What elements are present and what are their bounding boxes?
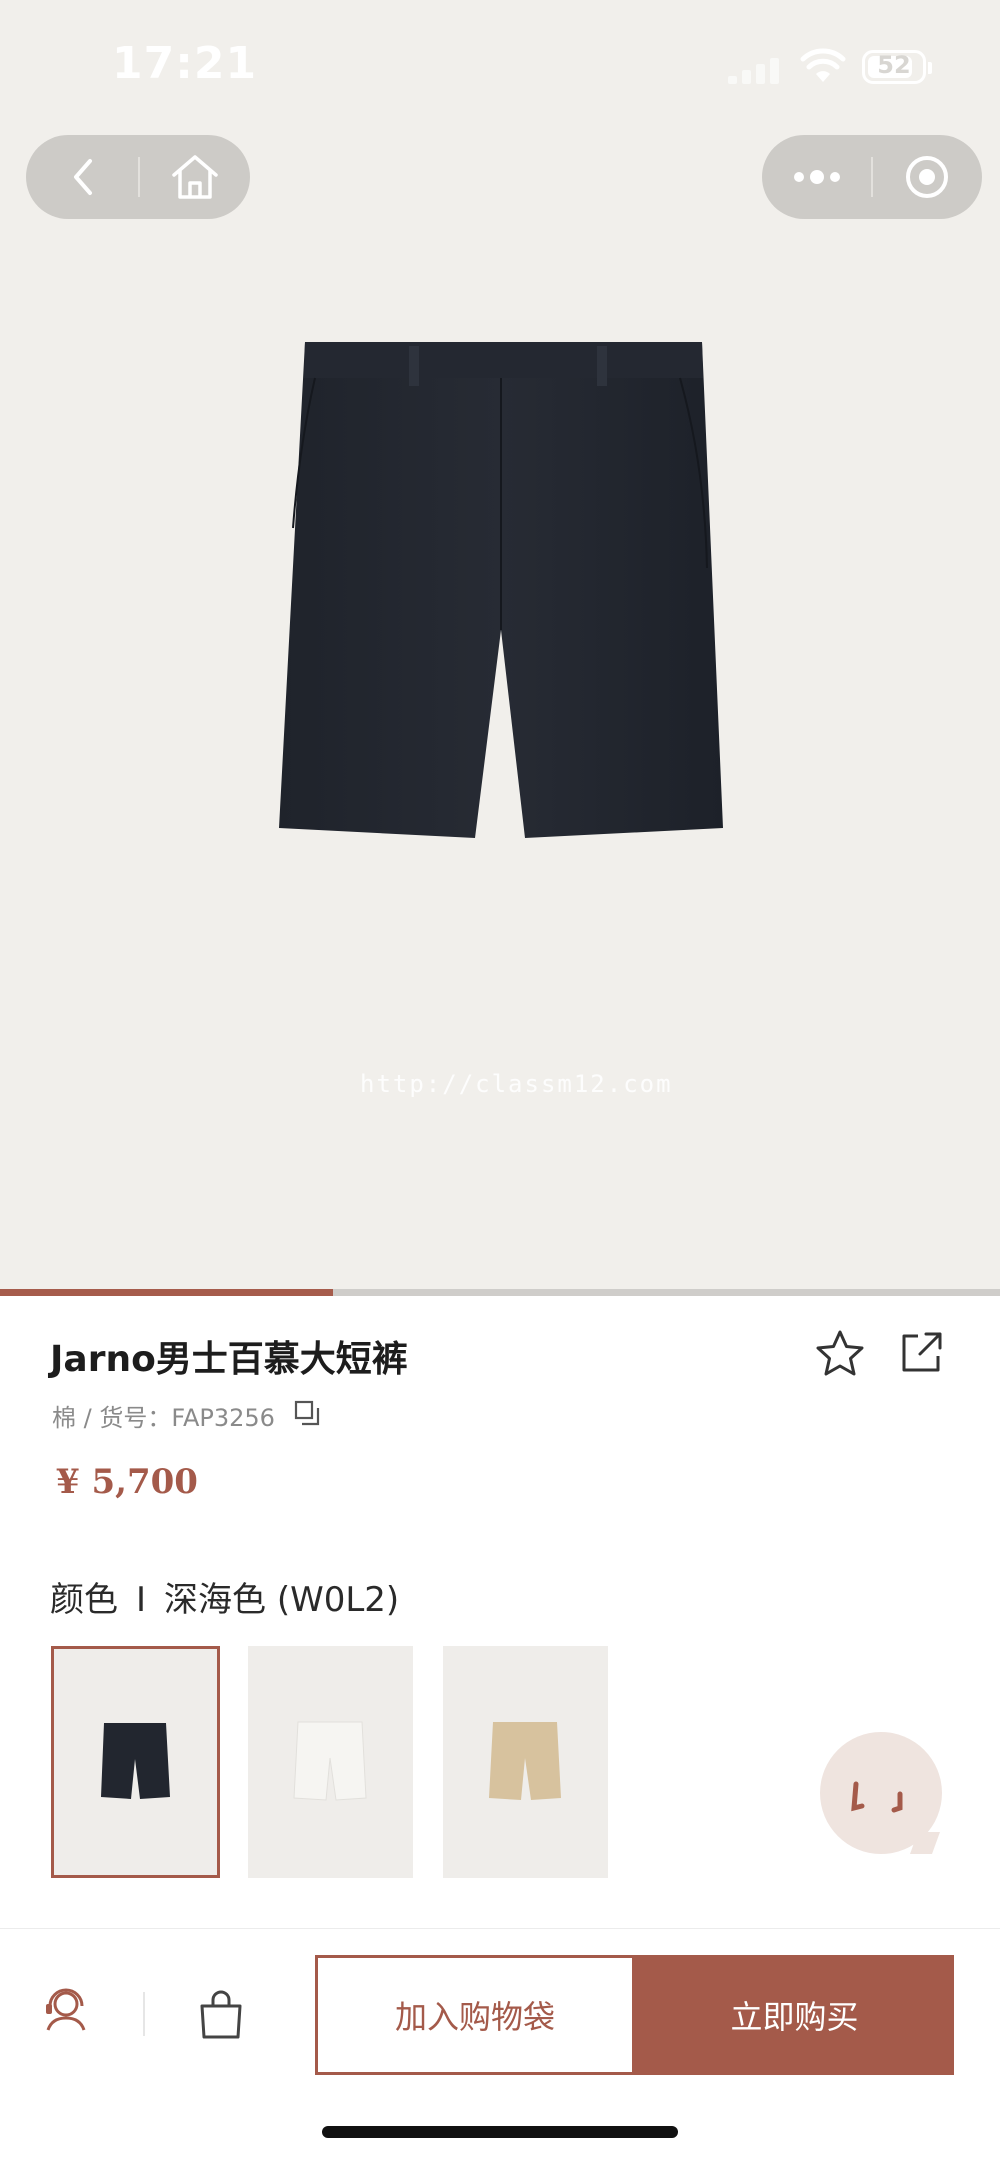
customer-chat-button[interactable] xyxy=(820,1732,942,1854)
home-icon xyxy=(172,155,218,199)
add-to-bag-button[interactable]: 加入购物袋 xyxy=(315,1955,635,2075)
product-main-image xyxy=(279,342,723,838)
shorts-thumbnail xyxy=(101,1723,170,1799)
home-button[interactable] xyxy=(140,135,250,219)
buy-now-button[interactable]: 立即购买 xyxy=(635,1955,954,2075)
nav-capsule-left xyxy=(26,135,250,219)
shorts-thumbnail xyxy=(293,1721,367,1801)
copy-icon[interactable] xyxy=(294,1400,320,1426)
more-button[interactable] xyxy=(762,135,872,219)
gallery-progress-fill xyxy=(0,1289,333,1296)
color-label-separator: I xyxy=(136,1580,147,1620)
product-image-gallery[interactable]: 17:21 52 http://classm12.com xyxy=(0,0,1000,1290)
icon-divider xyxy=(143,1992,145,2036)
status-bar: 17:21 52 xyxy=(0,0,1000,130)
favorite-star-icon[interactable] xyxy=(814,1328,866,1380)
swatch-image xyxy=(489,1722,561,1800)
status-time: 17:21 xyxy=(112,38,258,89)
mini-program-close-icon xyxy=(906,156,948,198)
product-price: ¥ 5,700 xyxy=(56,1462,198,1502)
shorts-thumbnail xyxy=(489,1722,561,1800)
share-icon[interactable] xyxy=(898,1330,944,1376)
nav-capsule-right xyxy=(762,135,982,219)
product-material-sku: 棉 / 货号：FAP3256 xyxy=(52,1404,275,1432)
color-swatch-white[interactable] xyxy=(248,1646,413,1878)
product-title: Jarno男士百慕大短裤 xyxy=(50,1339,408,1380)
color-swatch-navy[interactable] xyxy=(51,1646,220,1878)
chevron-left-icon xyxy=(74,159,92,195)
color-swatch-beige[interactable] xyxy=(443,1646,608,1878)
color-label: 颜色 xyxy=(50,1580,118,1620)
cellular-signal-icon xyxy=(728,58,782,84)
close-mini-program-button[interactable] xyxy=(872,135,982,219)
color-selector-label: 颜色 I 深海色 (W0L2) xyxy=(50,1572,399,1621)
gallery-progress-bar xyxy=(0,1289,1000,1296)
shopping-bag-icon[interactable] xyxy=(198,1990,244,2040)
swatch-image xyxy=(101,1723,170,1799)
color-value: 深海色 (W0L2) xyxy=(164,1580,400,1620)
back-button[interactable] xyxy=(28,135,138,219)
chat-bubble-icon xyxy=(851,1781,903,1813)
watermark-text: http://classm12.com xyxy=(360,1070,673,1098)
wifi-icon xyxy=(800,48,846,82)
home-indicator xyxy=(322,2126,678,2138)
battery-icon: 52 xyxy=(862,50,932,84)
more-dots-icon xyxy=(794,170,840,184)
swatch-image xyxy=(293,1721,367,1801)
battery-level: 52 xyxy=(877,51,911,79)
customer-service-icon[interactable] xyxy=(42,1984,90,2032)
